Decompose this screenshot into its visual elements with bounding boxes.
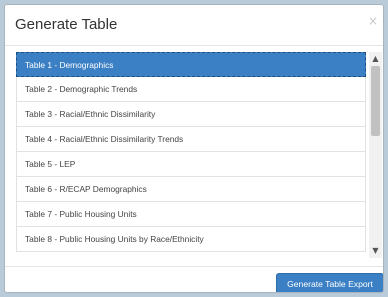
chevron-down-icon[interactable]: ▼ (369, 245, 382, 257)
modal-title: Generate Table (15, 16, 118, 33)
list-item-table-5[interactable]: Table 5 - LEP (16, 152, 366, 177)
list-item-table-6[interactable]: Table 6 - R/ECAP Demographics (16, 177, 366, 202)
list-item-table-8[interactable]: Table 8 - Public Housing Units by Race/E… (16, 227, 366, 252)
modal-footer-divider (5, 266, 383, 267)
generate-table-modal: Generate Table × Table 1 - Demographics … (4, 4, 384, 293)
list-item-table-1[interactable]: Table 1 - Demographics (16, 52, 366, 77)
table-list-container: Table 1 - Demographics Table 2 - Demogra… (16, 52, 382, 258)
table-list[interactable]: Table 1 - Demographics Table 2 - Demogra… (16, 52, 366, 258)
list-item-table-2[interactable]: Table 2 - Demographic Trends (16, 77, 366, 102)
list-item-table-7[interactable]: Table 7 - Public Housing Units (16, 202, 366, 227)
chevron-up-icon[interactable]: ▲ (369, 53, 382, 65)
list-item-table-3[interactable]: Table 3 - Racial/Ethnic Dissimilarity (16, 102, 366, 127)
scrollbar-thumb[interactable] (371, 66, 380, 136)
close-icon[interactable]: × (368, 14, 378, 28)
generate-table-export-button[interactable]: Generate Table Export (276, 273, 383, 292)
list-scrollbar[interactable]: ▲ ▼ (369, 52, 382, 258)
modal-header: Generate Table × (5, 5, 383, 46)
list-item-table-4[interactable]: Table 4 - Racial/Ethnic Dissimilarity Tr… (16, 127, 366, 152)
